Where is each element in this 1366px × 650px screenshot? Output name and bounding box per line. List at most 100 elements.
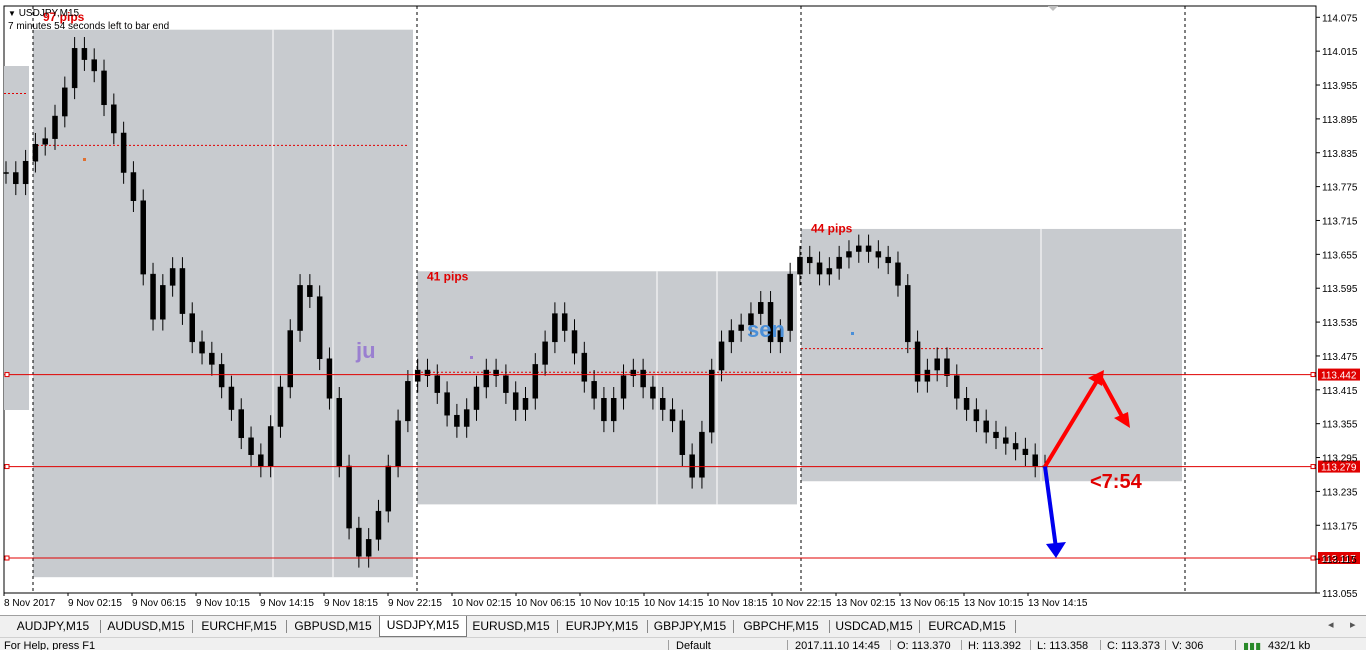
collapse-triangle-icon[interactable]: ▼ [8, 9, 16, 18]
candle-body [130, 172, 137, 201]
level-anchor-handle[interactable] [4, 464, 10, 470]
candle-body [160, 285, 166, 320]
y-axis-tick-label: 113.595 [1322, 284, 1358, 295]
tab-usdjpy-m15[interactable]: USDJPY,M15 [379, 616, 467, 637]
candle-body [757, 302, 764, 314]
y-axis-tick-label: 113.535 [1322, 318, 1358, 329]
level-anchor-handle[interactable] [4, 372, 10, 378]
candle-body [522, 398, 529, 410]
y-axis-tick-label: 114.015 [1322, 47, 1358, 58]
marker-dot [470, 356, 473, 359]
countdown-label: <7:54 [1090, 471, 1143, 493]
candle-body [963, 398, 970, 410]
x-axis-tick-label: 13 Nov 02:15 [836, 598, 896, 609]
y-axis-tick-label: 114.075 [1322, 13, 1358, 24]
candle-body [708, 369, 715, 433]
candle-body [101, 70, 107, 106]
candle-body [356, 527, 362, 557]
y-axis-tick-label: 113.295 [1322, 454, 1358, 465]
y-axis-tick-label: 113.835 [1322, 149, 1358, 160]
candle-body [1003, 437, 1009, 444]
candle-body [13, 172, 19, 185]
candle-body [826, 268, 833, 275]
tab-eurcad-m15[interactable]: EURCAD,M15 [921, 617, 1013, 636]
tab-audjpy-m15[interactable]: AUDJPY,M15 [8, 617, 98, 636]
candle-body [277, 386, 284, 427]
candle-body [542, 341, 548, 365]
candle-body [199, 341, 205, 354]
y-axis-tick-label: 113.895 [1322, 115, 1358, 126]
x-axis-tick-label: 9 Nov 06:15 [132, 598, 186, 609]
chart-window[interactable]: 113.442 113.279 113.117 114.075 114.015 113.9… [0, 0, 1366, 615]
range-pips-label: 41 pips [427, 270, 469, 284]
level-anchor-handle[interactable] [4, 555, 10, 561]
candle-body [934, 358, 940, 371]
candle-body [346, 465, 352, 529]
x-axis-tick-label: 8 Nov 2017 [4, 598, 56, 609]
status-bar: For Help, press F1 Default 2017.11.10 14… [0, 637, 1366, 650]
x-axis-tick-label: 10 Nov 06:15 [516, 598, 576, 609]
tab-audusd-m15[interactable]: AUDUSD,M15 [102, 617, 190, 636]
tab-eurchf-m15[interactable]: EURCHF,M15 [194, 617, 284, 636]
tab-eurjpy-m15[interactable]: EURJPY,M15 [559, 617, 645, 636]
tab-gbpjpy-m15[interactable]: GBPJPY,M15 [649, 617, 731, 636]
y-axis-tick-label: 113.955 [1322, 81, 1358, 92]
scroll-right-icon[interactable]: ▸ [1350, 618, 1356, 631]
symbol-timeframe-label: USDJPY,M15 [18, 8, 80, 19]
candle-body [816, 262, 823, 275]
tab-separator [647, 620, 648, 633]
chart-info-symbol: ▼ USDJPY,M15 [8, 8, 79, 19]
candle-body [591, 381, 597, 399]
candle-body [561, 313, 568, 331]
y-axis-tick-label: 113.415 [1322, 386, 1358, 397]
candle-body [463, 409, 470, 427]
level-anchor-handle[interactable] [1310, 372, 1316, 378]
candle-body [1032, 454, 1038, 467]
level-anchor-handle[interactable] [1310, 555, 1316, 561]
candle-body [258, 454, 264, 467]
tab-usdcad-m15[interactable]: USDCAD,M15 [831, 617, 917, 636]
x-axis-tick-label: 9 Nov 10:15 [196, 598, 250, 609]
candle-body [140, 200, 146, 275]
candle-body [1012, 443, 1019, 450]
y-axis-tick-label: 113.775 [1322, 183, 1358, 194]
candle-body [512, 392, 519, 410]
tab-separator [733, 620, 734, 633]
session-box [33, 29, 413, 578]
price-chart[interactable]: 113.442113.279113.117114.075114.015113.9… [0, 0, 1366, 615]
candle-body [120, 132, 127, 173]
scroll-left-icon[interactable]: ◂ [1328, 618, 1334, 631]
session-label-sen: sen [747, 317, 785, 342]
x-axis-tick-label: 9 Nov 18:15 [324, 598, 378, 609]
candle-body [797, 256, 803, 275]
y-axis-tick-label: 113.355 [1322, 420, 1358, 431]
candle-body [610, 398, 617, 422]
level-anchor-handle[interactable] [1310, 464, 1316, 470]
y-axis-tick-label: 113.235 [1322, 487, 1358, 498]
candle-body [679, 420, 686, 455]
candle-body [503, 375, 509, 393]
tab-separator [829, 620, 830, 633]
tab-gbpchf-m15[interactable]: GBPCHF,M15 [735, 617, 827, 636]
candle-body [552, 313, 558, 343]
candle-body [885, 256, 891, 264]
candle-body [375, 510, 382, 540]
y-axis-tick-label: 113.475 [1322, 352, 1358, 363]
tab-separator [557, 620, 558, 633]
x-axis-tick-label: 13 Nov 14:15 [1028, 598, 1088, 609]
candle-body [32, 144, 39, 162]
candle-body [581, 352, 588, 382]
candle-body [248, 437, 254, 455]
x-axis-tick-label: 9 Nov 14:15 [260, 598, 314, 609]
candle-body [914, 341, 921, 382]
candle-body [150, 273, 156, 320]
candle-body [326, 358, 333, 399]
candle-body [473, 386, 480, 410]
candle-body [718, 341, 725, 371]
candle-body [973, 409, 980, 422]
tab-gbpusd-m15[interactable]: GBPUSD,M15 [288, 617, 378, 636]
candle-body [483, 369, 490, 388]
candle-body [91, 59, 97, 72]
tab-eurusd-m15[interactable]: EURUSD,M15 [467, 617, 555, 636]
range-pips-label: 44 pips [811, 222, 853, 236]
